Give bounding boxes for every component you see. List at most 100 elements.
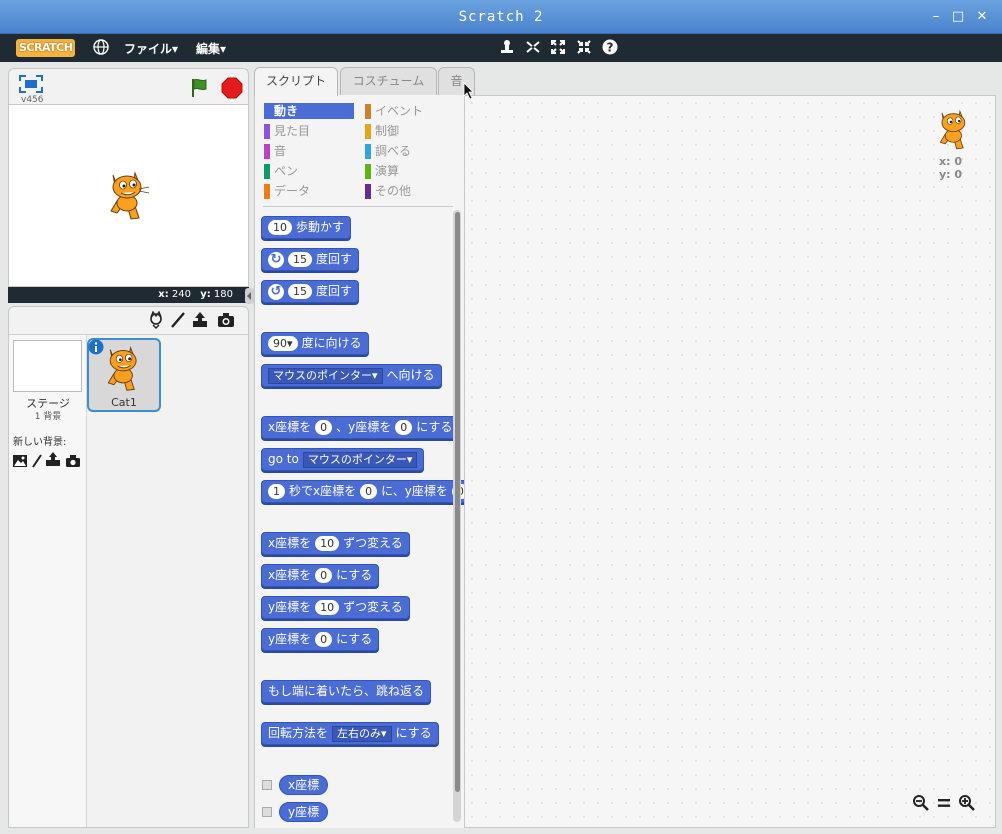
x-input[interactable]: 0 [360,484,378,499]
category-control[interactable]: 制御 [365,123,455,139]
palette-scrollbar-thumb[interactable] [455,212,460,792]
ypos-checkbox[interactable] [262,807,272,817]
file-menu[interactable]: ファイル▾ [124,40,178,57]
camera-backdrop-icon[interactable] [65,453,81,467]
stage-canvas[interactable] [8,104,249,287]
mouse-cursor-icon [463,82,475,100]
block-text: 歩動かす [296,220,345,234]
category-looks[interactable]: 見た目 [264,123,354,139]
category-color-bar [264,164,270,179]
rotation-style-dropdown[interactable]: 左右のみ▾ [332,725,392,742]
target-dropdown[interactable]: マウスのポインター▾ [268,367,383,384]
category-color-bar [365,124,371,139]
globe-icon[interactable] [92,39,110,57]
block-change-x[interactable]: x座標を 10 ずつ変える [261,532,410,555]
category-events[interactable]: イベント [365,103,455,119]
stage-thumbnail[interactable] [13,340,82,392]
dy-input[interactable]: 10 [315,600,340,615]
block-turn-left[interactable]: ↺ 15 度回す [261,280,360,303]
block-text: x座標を [268,536,312,550]
seconds-input[interactable]: 1 [268,484,285,499]
block-text: 度回す [316,252,353,266]
xpos-checkbox[interactable] [262,780,272,790]
x-input[interactable]: 0 [315,420,333,435]
y-input[interactable]: 0 [395,420,413,435]
direction-input[interactable]: 90▾ [268,336,298,351]
category-sensing[interactable]: 調べる [365,143,455,159]
zoom-reset-icon[interactable] [935,794,953,812]
cat-sprite[interactable] [105,169,153,223]
category-motion[interactable]: 動き [264,103,354,119]
cut-scissors-icon[interactable] [524,39,542,57]
category-label: 見た目 [274,124,311,138]
block-set-rotation-style[interactable]: 回転方法を 左右のみ▾ にする [261,722,439,745]
reporter-y-position[interactable]: y座標 [279,802,329,822]
tab-scripts[interactable]: スクリプト [254,67,338,96]
backdrop-count: 1 背景 [34,412,62,422]
target-dropdown[interactable]: マウスのポインター▾ [302,451,418,468]
category-operators[interactable]: 演算 [365,163,455,179]
minimize-icon[interactable]: – [928,8,944,26]
green-flag-icon[interactable] [189,77,211,99]
category-color-bar [365,184,371,199]
tab-costumes[interactable]: コスチューム [340,67,437,95]
block-move-steps[interactable]: 10 歩動かす [261,216,352,239]
block-set-x[interactable]: x座標を 0 にする [261,564,380,587]
paint-backdrop-icon[interactable] [31,453,43,468]
category-color-bar [264,144,270,159]
block-go-to[interactable]: go to マウスのポインター▾ [261,448,425,471]
presentation-mode-icon[interactable] [19,75,43,93]
steps-input[interactable]: 10 [268,220,292,235]
block-text: に、y座標を [381,484,448,498]
collapse-stage-handle[interactable] [245,288,254,304]
title-bar: Scratch 2 – □ ✕ [0,0,1002,34]
block-change-y[interactable]: y座標を 10 ずつ変える [261,596,410,619]
paint-sprite-icon[interactable] [169,311,187,329]
script-area[interactable]: x: 0 y: 0 [464,95,996,828]
upload-sprite-icon[interactable] [191,311,209,329]
upload-backdrop-icon[interactable] [45,451,61,467]
block-set-y[interactable]: y座標を 0 にする [261,628,380,651]
dx-input[interactable]: 10 [315,536,340,551]
grow-icon[interactable] [549,39,567,57]
block-turn-right[interactable]: ↻ 15 度回す [261,248,360,271]
menu-bar: SCRATCH ファイル▾ 編集▾ ? [0,34,1002,62]
close-icon[interactable]: ✕ [974,8,990,26]
choose-sprite-icon[interactable] [147,310,165,329]
choose-backdrop-icon[interactable] [12,453,28,467]
block-glide[interactable]: 1 秒でx座標を 0 に、y座標を 0 [261,480,464,503]
x-input[interactable]: 0 [315,568,333,583]
category-label: データ [274,184,311,198]
camera-sprite-icon[interactable] [216,311,236,329]
block-point-in-direction[interactable]: 90▾ 度に向ける [261,332,369,355]
degrees-input[interactable]: 15 [288,284,312,299]
reporter-x-position[interactable]: x座標 [279,775,329,795]
category-more-blocks[interactable]: その他 [365,183,455,199]
maximize-icon[interactable]: □ [950,8,966,26]
block-bounce-on-edge[interactable]: もし端に着いたら、跳ね返る [261,680,432,703]
rotate-right-icon: ↻ [268,251,284,268]
category-label: 演算 [375,164,400,178]
block-text: y座標を [268,632,312,646]
block-go-to-xy[interactable]: x座標を 0 、y座標を 0 にする [261,416,460,439]
stop-icon[interactable] [221,77,243,99]
block-point-towards[interactable]: マウスのポインター▾ へ向ける [261,364,442,387]
zoom-out-icon[interactable] [912,794,930,812]
block-text: ずつ変える [343,536,403,550]
category-data[interactable]: データ [264,183,354,199]
rotate-left-icon: ↺ [268,283,284,300]
shrink-icon[interactable] [575,39,593,57]
category-label: 動き [274,104,299,118]
category-pen[interactable]: ペン [264,163,354,179]
sprite-thumbnail-cat1[interactable]: Cat1 [87,338,161,412]
help-icon[interactable]: ? [601,39,619,57]
duplicate-stamp-icon[interactable] [498,39,516,57]
degrees-input[interactable]: 15 [288,252,312,267]
category-sound[interactable]: 音 [264,143,354,159]
block-text: にする [416,420,453,434]
zoom-in-icon[interactable] [958,794,976,812]
edit-menu[interactable]: 編集▾ [196,40,226,57]
scratch-logo[interactable]: SCRATCH [16,39,76,57]
y-input[interactable]: 0 [315,632,333,647]
category-divider [263,206,453,207]
